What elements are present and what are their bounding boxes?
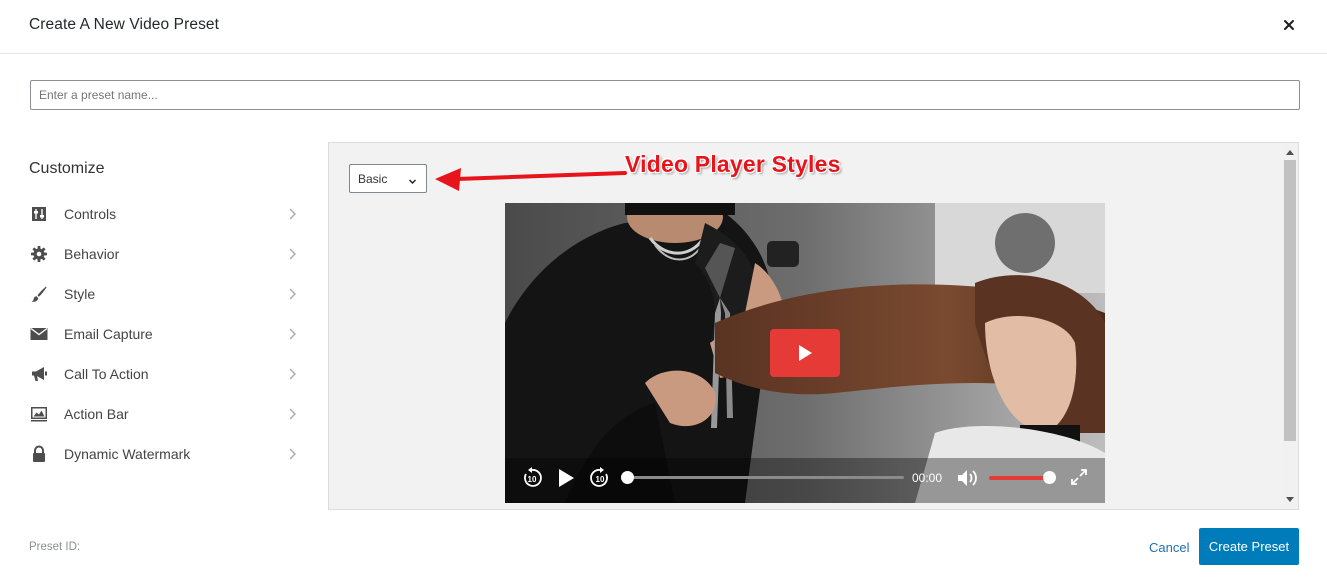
play-icon xyxy=(799,345,812,361)
cancel-button[interactable]: Cancel xyxy=(1149,540,1189,555)
preset-id-label: Preset ID: xyxy=(29,541,81,553)
sidebar-item-label: Behavior xyxy=(64,246,120,262)
envelope-icon xyxy=(30,325,48,343)
fullscreen-icon[interactable] xyxy=(1070,468,1088,491)
create-preset-button[interactable]: Create Preset xyxy=(1199,528,1299,565)
preview-scrollbar[interactable] xyxy=(1282,143,1298,509)
lock-icon xyxy=(30,445,48,463)
sidebar-item-behavior[interactable]: Behavior xyxy=(29,234,301,274)
sidebar-item-style[interactable]: Style xyxy=(29,274,301,314)
gear-icon xyxy=(30,245,48,263)
progress-track[interactable] xyxy=(627,476,904,479)
chevron-right-icon xyxy=(287,287,297,301)
player-preview-panel: Basic Video Player Styles 10 10 00:00 xyxy=(328,142,1299,510)
sidebar-item-controls[interactable]: Controls xyxy=(29,194,301,234)
sidebar-item-label: Call To Action xyxy=(64,366,149,382)
chevron-down-icon xyxy=(408,175,417,184)
sidebar-item-call-to-action[interactable]: Call To Action xyxy=(29,354,301,394)
sidebar-item-email-capture[interactable]: Email Capture xyxy=(29,314,301,354)
chevron-right-icon xyxy=(287,207,297,221)
sidebar-item-label: Email Capture xyxy=(64,326,153,342)
chevron-right-icon xyxy=(287,407,297,421)
customize-menu: Controls Behavior Style Email Capture Ca… xyxy=(29,194,301,474)
megaphone-icon xyxy=(30,365,48,383)
player-style-select[interactable]: Basic xyxy=(349,164,427,193)
sidebar-item-label: Dynamic Watermark xyxy=(64,446,191,462)
modal-header: Create A New Video Preset xyxy=(0,0,1327,54)
volume-slider-track[interactable] xyxy=(989,476,1047,480)
scroll-down-arrow-icon[interactable] xyxy=(1286,497,1294,503)
chevron-right-icon xyxy=(287,247,297,261)
sidebar-item-label: Action Bar xyxy=(64,406,129,422)
chevron-right-icon xyxy=(287,367,297,381)
volume-slider-handle[interactable] xyxy=(1043,471,1056,484)
annotation-label: Video Player Styles xyxy=(625,151,841,177)
play-pause-button[interactable] xyxy=(557,468,575,493)
chart-icon xyxy=(30,405,48,423)
scroll-up-arrow-icon[interactable] xyxy=(1286,149,1294,155)
big-play-button[interactable] xyxy=(770,329,840,377)
play-icon xyxy=(559,469,574,487)
modal-title: Create A New Video Preset xyxy=(29,16,220,33)
brush-icon xyxy=(30,285,48,303)
sidebar-item-action-bar[interactable]: Action Bar xyxy=(29,394,301,434)
close-icon[interactable] xyxy=(1278,14,1300,36)
create-video-preset-modal: Create A New Video Preset Customize Cont… xyxy=(0,0,1327,583)
volume-icon[interactable] xyxy=(957,468,979,493)
forward-10-icon[interactable]: 10 xyxy=(589,467,611,494)
rewind-10-icon[interactable]: 10 xyxy=(521,467,543,494)
preset-name-input[interactable] xyxy=(30,80,1300,110)
sidebar-item-label: Controls xyxy=(64,206,117,222)
current-time: 00:00 xyxy=(912,471,943,485)
sidebar-item-label: Style xyxy=(64,286,96,302)
progress-handle[interactable] xyxy=(621,471,634,484)
svg-text:10: 10 xyxy=(528,475,537,484)
sidebar-item-dynamic-watermark[interactable]: Dynamic Watermark xyxy=(29,434,301,474)
customize-heading: Customize xyxy=(29,160,105,177)
player-style-selected-value: Basic xyxy=(358,171,388,186)
scrollbar-thumb[interactable] xyxy=(1284,160,1296,441)
chevron-right-icon xyxy=(287,327,297,341)
svg-text:10: 10 xyxy=(596,475,605,484)
annotation-arrow xyxy=(435,168,627,191)
video-player[interactable]: 10 10 00:00 xyxy=(505,203,1105,503)
chevron-right-icon xyxy=(287,447,297,461)
sliders-icon xyxy=(30,205,48,223)
